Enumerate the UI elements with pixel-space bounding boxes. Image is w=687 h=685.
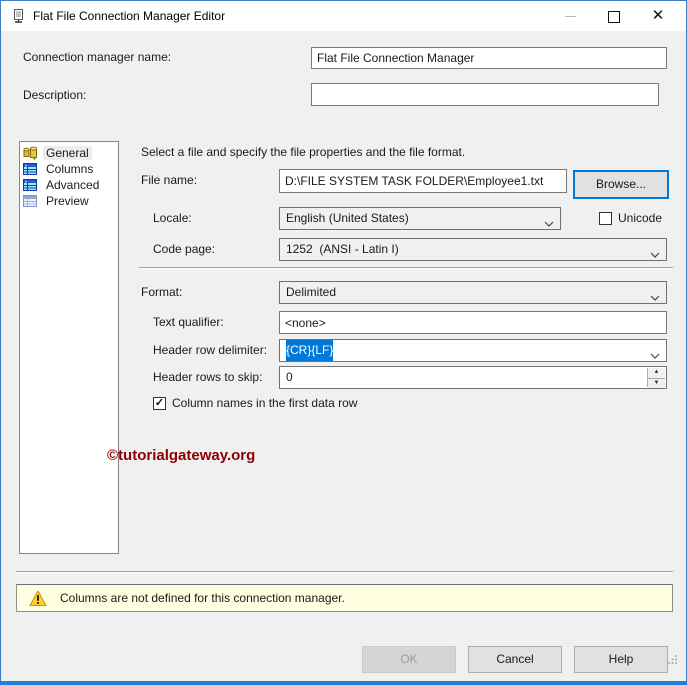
chevron-down-icon (650, 290, 660, 304)
locale-value: English (United States) (286, 211, 409, 225)
file-name-input[interactable] (279, 169, 567, 193)
header-row-delimiter-label: Header row delimiter: (153, 343, 268, 357)
close-button[interactable]: ✕ (641, 1, 675, 31)
window-title: Flat File Connection Manager Editor (33, 9, 226, 23)
text-qualifier-label: Text qualifier: (153, 315, 224, 329)
text-qualifier-input[interactable] (279, 311, 667, 334)
spin-down-button[interactable]: ▼ (648, 378, 665, 388)
format-dropdown[interactable]: Delimited (279, 281, 667, 304)
help-button[interactable]: Help (574, 646, 668, 673)
sidebar-item-label: General (43, 146, 92, 160)
column-names-label: Column names in the first data row (172, 396, 358, 410)
watermark-text: ©tutorialgateway.org (107, 447, 256, 464)
column-names-checkbox[interactable]: ✓ (153, 397, 166, 410)
sidebar-item-label: Columns (46, 162, 94, 176)
description-label: Description: (23, 88, 87, 102)
connection-manager-name-input[interactable] (311, 47, 667, 69)
connection-manager-name-label: Connection manager name: (23, 50, 172, 64)
connection-gold-icon (23, 146, 39, 160)
header-rows-to-skip-label: Header rows to skip: (153, 370, 263, 384)
sidebar-item-general[interactable]: General (20, 145, 118, 161)
minimize-icon (564, 16, 576, 18)
table-cyan-icon (23, 162, 39, 176)
description-input[interactable] (311, 83, 659, 106)
footer-separator (16, 571, 673, 573)
format-value: Delimited (286, 285, 337, 299)
unicode-checkbox[interactable] (599, 212, 612, 225)
chevron-down-icon (544, 216, 554, 230)
sidebar-item-preview[interactable]: Preview (20, 193, 118, 209)
section-separator (139, 267, 673, 269)
sidebar-item-label: Preview (46, 194, 89, 208)
spin-up-button[interactable]: ▲ (648, 368, 665, 379)
maximize-button[interactable] (597, 1, 631, 31)
flat-file-icon (10, 8, 26, 24)
resize-grip[interactable] (668, 653, 678, 667)
locale-dropdown[interactable]: English (United States) (279, 207, 561, 230)
header-row-delimiter-value: {CR}{LF} (286, 340, 334, 361)
format-label: Format: (141, 285, 183, 299)
header-row-delimiter-combo[interactable]: {CR}{LF} (279, 339, 667, 362)
file-name-label: File name: (141, 173, 198, 187)
header-rows-to-skip-spinbox[interactable]: 0 ▲ ▼ (279, 366, 667, 389)
warning-text: Columns are not defined for this connect… (60, 591, 345, 605)
pane-intro-text: Select a file and specify the file prope… (141, 145, 466, 159)
sidebar-item-label: Advanced (46, 178, 100, 192)
minimize-button (553, 1, 587, 31)
cancel-button[interactable]: Cancel (468, 646, 562, 673)
browse-button[interactable]: Browse... (573, 170, 669, 199)
header-rows-to-skip-value: 0 (286, 370, 293, 384)
title-bar: Flat File Connection Manager Editor ✕ (1, 1, 686, 31)
maximize-icon (608, 10, 620, 23)
chevron-down-icon (650, 348, 660, 362)
code-page-dropdown[interactable]: 1252 (ANSI - Latin I) (279, 238, 667, 261)
ok-button: OK (362, 646, 456, 673)
table-cyan-icon (23, 178, 39, 192)
sidebar-item-advanced[interactable]: Advanced (20, 177, 118, 193)
locale-label: Locale: (153, 211, 192, 225)
pages-list: General Columns Advanced Preview (19, 141, 119, 554)
chevron-down-icon (650, 247, 660, 261)
spinner-buttons: ▲ ▼ (647, 368, 665, 388)
unicode-label: Unicode (618, 211, 663, 225)
code-page-label: Code page: (153, 242, 216, 256)
code-page-value: 1252 (ANSI - Latin I) (286, 242, 399, 256)
warning-icon (29, 590, 47, 610)
warning-strip: Columns are not defined for this connect… (16, 584, 673, 612)
flat-file-connection-manager-editor-dialog: Flat File Connection Manager Editor ✕ Co… (0, 0, 687, 685)
table-light-icon (23, 194, 39, 208)
sidebar-item-columns[interactable]: Columns (20, 161, 118, 177)
